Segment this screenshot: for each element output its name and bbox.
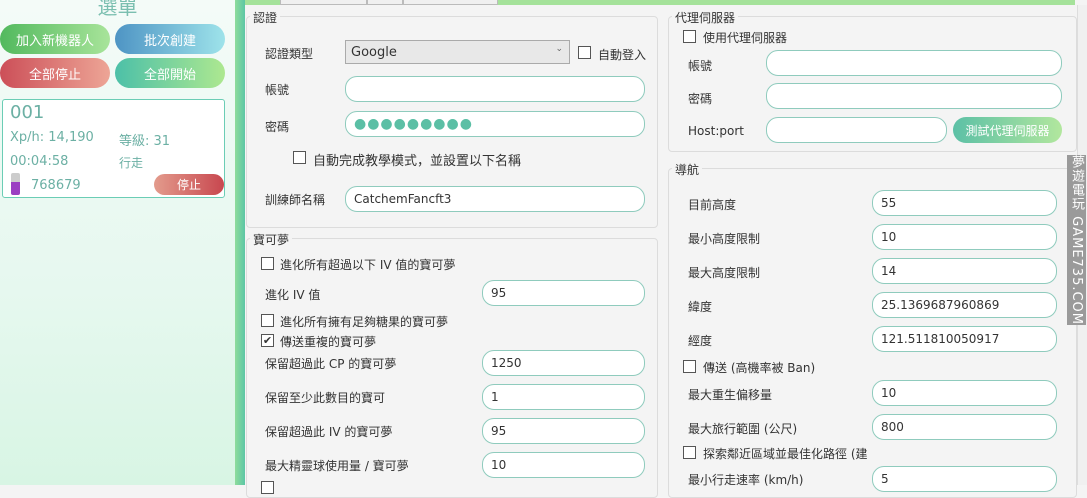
- tab[interactable]: [367, 0, 403, 5]
- respawn-input[interactable]: 10: [872, 380, 1057, 406]
- stardust-icon: [11, 173, 20, 195]
- chevron-down-icon: ⌄: [555, 44, 563, 54]
- nav-row-input[interactable]: 10: [872, 224, 1057, 250]
- proxy-account-input[interactable]: [766, 50, 1062, 76]
- pokemon-legend: 寶可夢: [250, 231, 293, 248]
- proxy-legend: 代理伺服器: [672, 9, 739, 26]
- max-balls-input[interactable]: 10: [482, 452, 645, 478]
- password-label: 密碼: [265, 120, 290, 134]
- transfer-dupes-checkbox[interactable]: ✔: [261, 334, 274, 347]
- evolve-candy-checkbox[interactable]: [261, 314, 274, 327]
- add-bot-button[interactable]: 加入新機器人: [0, 24, 110, 54]
- nav-row-input[interactable]: 121.511810050917: [872, 326, 1057, 352]
- explore-label: 探索鄰近區域並最佳化路徑 (建: [703, 447, 868, 461]
- use-proxy-label: 使用代理伺服器: [703, 31, 788, 45]
- evolve-iv-label: 進化 IV 值: [265, 288, 321, 302]
- max-balls-label: 最大精靈球使用量 / 寶可夢: [265, 459, 409, 473]
- nav-row-label: 緯度: [688, 300, 713, 314]
- respawn-label: 最大重生偏移量: [688, 388, 773, 402]
- use-proxy-checkbox[interactable]: [683, 30, 696, 43]
- walk-speed-label: 最小行走速率 (km/h): [688, 473, 804, 487]
- auth-legend: 認證: [250, 9, 281, 26]
- stop-all-button[interactable]: 全部停止: [0, 58, 110, 88]
- tutorial-checkbox[interactable]: [293, 151, 306, 164]
- bot-stardust: 768679: [31, 178, 81, 193]
- auth-type-value: Google: [351, 44, 397, 60]
- auto-login-label: 自動登入: [598, 48, 647, 62]
- range-label: 最大旅行範圍 (公尺): [688, 422, 798, 436]
- auth-type-select[interactable]: Google ⌄: [345, 40, 570, 64]
- trainer-name-input[interactable]: CatchemFancft3: [345, 186, 645, 212]
- nav-row-label: 最小高度限制: [688, 232, 761, 246]
- trainer-name-label: 訓練師名稱: [265, 193, 326, 207]
- proxy-password-input[interactable]: [766, 83, 1062, 109]
- bot-status: 行走: [119, 156, 144, 170]
- keep-min-input[interactable]: 1: [482, 384, 645, 410]
- auto-login-checkbox[interactable]: [578, 46, 591, 59]
- bot-runtime: 00:04:58: [10, 154, 69, 169]
- nav-row-input[interactable]: 25.1369687960869: [872, 292, 1057, 318]
- proxy-password-label: 密碼: [688, 92, 713, 106]
- keep-iv-label: 保留超過此 IV 的寶可夢: [265, 425, 393, 439]
- account-input[interactable]: [345, 76, 645, 102]
- transfer-dupes-label: 傳送重複的寶可夢: [280, 335, 377, 349]
- tab[interactable]: [403, 0, 498, 5]
- password-input[interactable]: ●●●●●●●●●: [345, 111, 645, 137]
- walk-speed-input[interactable]: 5: [872, 466, 1057, 492]
- tab[interactable]: [280, 0, 367, 5]
- start-all-button[interactable]: 全部開始: [115, 58, 225, 88]
- bot-level: 等級: 31: [119, 134, 171, 149]
- explore-checkbox[interactable]: [683, 446, 696, 459]
- nav-row-input[interactable]: 55: [872, 190, 1057, 216]
- evolve-candy-label: 進化所有擁有足夠糖果的寶可夢: [280, 315, 449, 329]
- sidebar: 選單 加入新機器人 批次創建 全部停止 全部開始 001 Xp/h: 14,19…: [0, 0, 235, 485]
- keep-min-label: 保留至少此數目的寶可: [265, 391, 386, 405]
- keep-cp-label: 保留超過此 CP 的寶可夢: [265, 357, 397, 371]
- sidebar-title: 選單: [97, 0, 138, 19]
- nav-legend: 導航: [672, 161, 703, 178]
- account-label: 帳號: [265, 83, 290, 97]
- batch-create-button[interactable]: 批次創建: [115, 24, 225, 54]
- teleport-checkbox[interactable]: [683, 360, 696, 373]
- checkbox[interactable]: [261, 481, 274, 494]
- keep-cp-input[interactable]: 1250: [482, 350, 645, 376]
- evolve-iv-checkbox[interactable]: [261, 257, 274, 270]
- nav-row-label: 目前高度: [688, 198, 737, 212]
- nav-row-label: 經度: [688, 334, 713, 348]
- evolve-iv-input[interactable]: 95: [482, 280, 645, 306]
- proxy-host-input[interactable]: [766, 117, 947, 143]
- proxy-host-label: Host:port: [688, 124, 744, 138]
- bot-stop-button[interactable]: 停止: [154, 174, 224, 195]
- keep-iv-input[interactable]: 95: [482, 418, 645, 444]
- proxy-account-label: 帳號: [688, 59, 713, 73]
- evolve-iv-check-label: 進化所有超過以下 IV 值的寶可夢: [280, 258, 456, 272]
- test-proxy-button[interactable]: 測試代理伺服器: [953, 117, 1062, 143]
- bot-xph: Xp/h: 14,190: [10, 130, 94, 145]
- teleport-label: 傳送 (高機率被 Ban): [703, 361, 816, 375]
- watermark: 夢遊電玩 GAME735.COM: [1067, 155, 1086, 326]
- bot-name: 001: [10, 102, 45, 123]
- divider: [235, 0, 245, 485]
- nav-row-input[interactable]: 14: [872, 258, 1057, 284]
- bot-card[interactable]: 001 Xp/h: 14,190 等級: 31 00:04:58 行走 7686…: [2, 99, 225, 198]
- nav-row-label: 最大高度限制: [688, 266, 761, 280]
- range-input[interactable]: 800: [872, 414, 1057, 440]
- auth-type-label: 認證類型: [265, 47, 314, 61]
- tutorial-label: 自動完成教學模式，並設置以下名稱: [313, 154, 522, 169]
